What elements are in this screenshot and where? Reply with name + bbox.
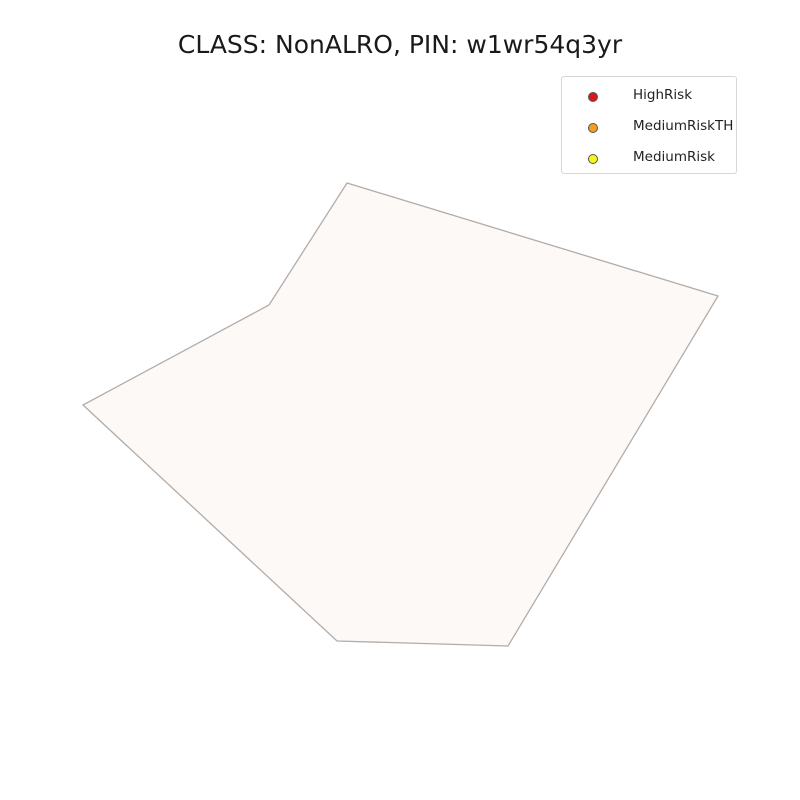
map-legend: HighRisk MediumRiskTH MediumRisk [561,76,737,174]
legend-item-medium-risk: MediumRisk [562,149,736,180]
legend-item-medium-risk-th: MediumRiskTH [562,118,736,149]
high-risk-marker-icon [588,92,598,102]
medium-risk-th-marker-icon [588,123,598,133]
parcel-polygon[interactable] [81,182,719,647]
legend-label: MediumRisk [633,149,715,165]
legend-label: HighRisk [633,87,693,103]
legend-label: MediumRiskTH [633,118,734,134]
medium-risk-marker-icon [588,154,598,164]
legend-item-high-risk: HighRisk [562,87,736,118]
